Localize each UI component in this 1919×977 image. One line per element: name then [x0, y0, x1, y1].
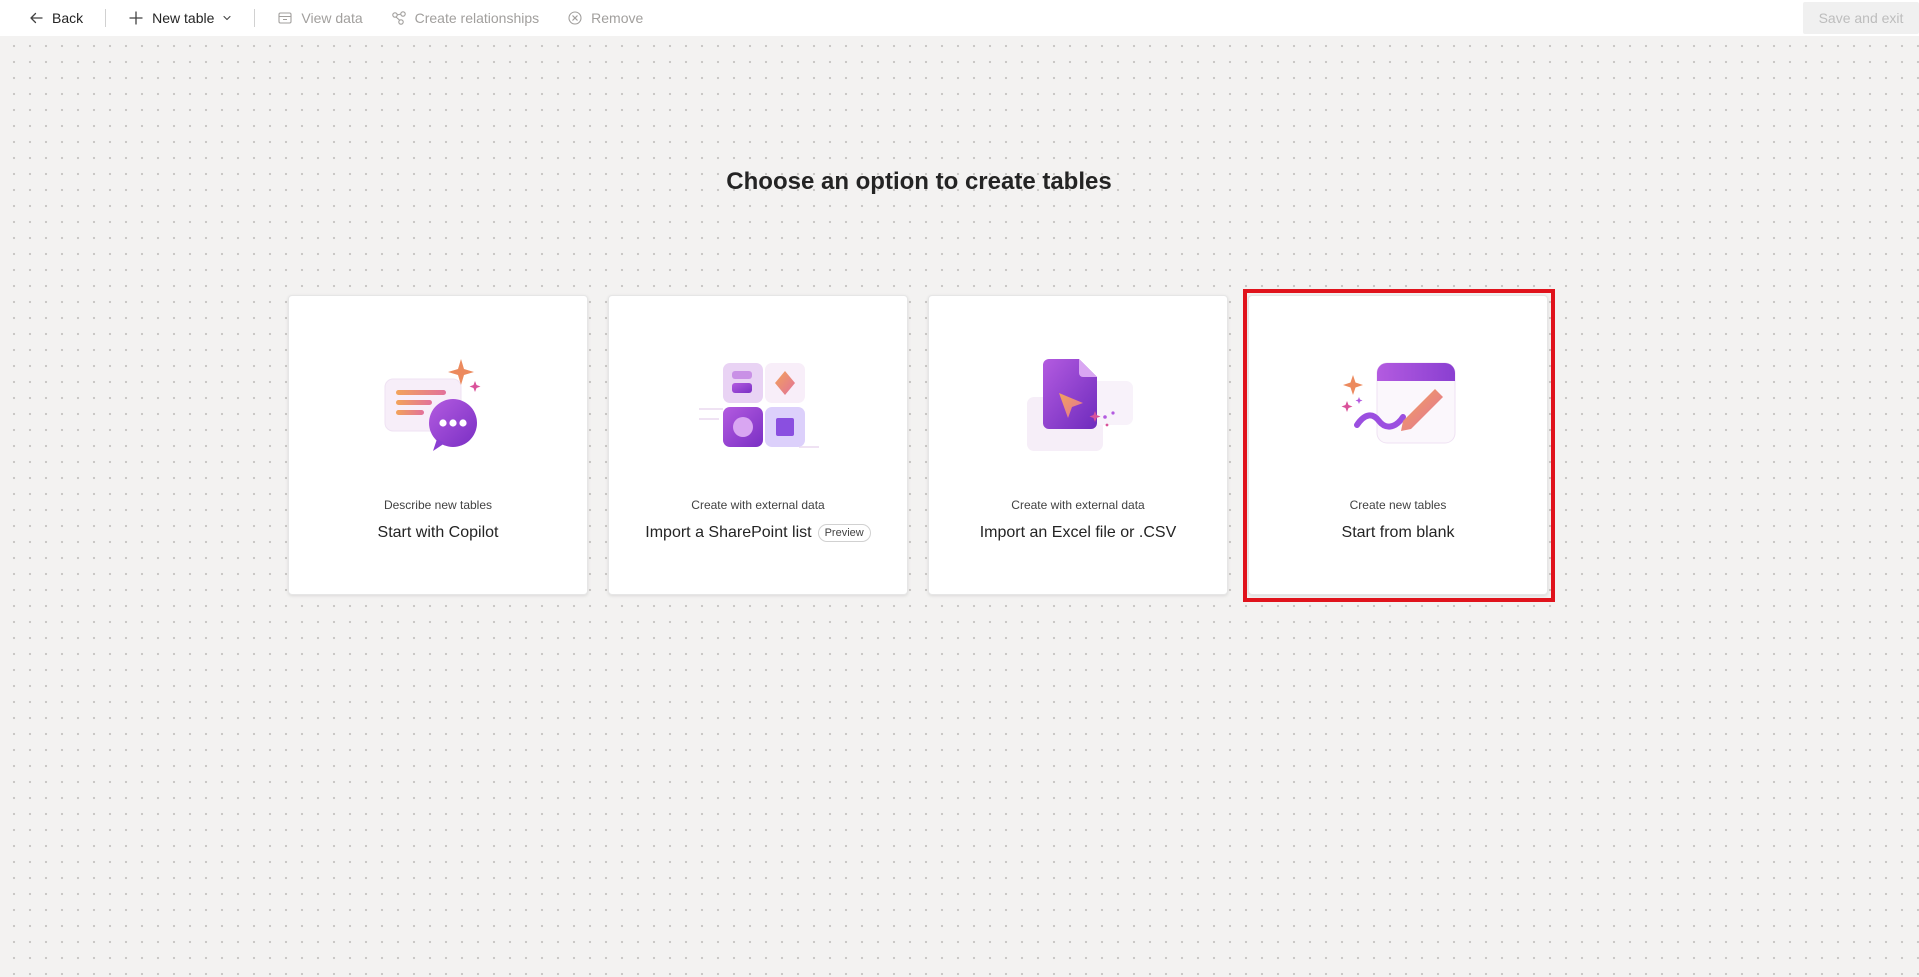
- blank-canvas-illustration-icon: [1341, 362, 1456, 444]
- new-table-label: New table: [152, 10, 215, 26]
- toolbar-divider: [105, 9, 107, 27]
- card-subtitle: Create with external data: [1011, 498, 1145, 512]
- page-title: Choose an option to create tables: [726, 168, 1112, 195]
- import-sharepoint-list-card[interactable]: Create with external data Import a Share…: [608, 295, 908, 595]
- new-table-button[interactable]: New table: [128, 0, 232, 36]
- card-title-text: Import a SharePoint list: [645, 524, 812, 541]
- view-data-label: View data: [301, 10, 363, 26]
- card-title-text: Start with Copilot: [377, 524, 499, 541]
- card-subtitle: Create with external data: [691, 498, 825, 512]
- card-subtitle: Describe new tables: [383, 498, 493, 512]
- back-button[interactable]: Back: [28, 0, 83, 36]
- preview-badge: Preview: [817, 524, 871, 542]
- remove-button[interactable]: Remove: [567, 0, 643, 36]
- table-view-icon: [278, 12, 292, 24]
- create-relationships-button[interactable]: Create relationships: [391, 0, 540, 36]
- card-title: Start from blank: [1249, 524, 1547, 542]
- save-and-exit-button[interactable]: Save and exit: [1803, 2, 1919, 34]
- card-title-text: Import an Excel file or .CSV: [979, 524, 1177, 541]
- remove-label: Remove: [591, 10, 644, 26]
- back-label: Back: [52, 10, 84, 26]
- file-import-illustration-icon: [1027, 359, 1133, 451]
- circle-x-icon: [568, 11, 582, 25]
- relationships-icon: [391, 11, 406, 25]
- card-title: Start with Copilot: [289, 524, 587, 542]
- toolbar-divider: [254, 9, 256, 27]
- chevron-down-icon: [223, 15, 231, 21]
- create-relationships-label: Create relationships: [414, 10, 540, 26]
- copilot-chat-illustration-icon: [384, 359, 481, 451]
- card-title-text: Start from blank: [1341, 524, 1455, 541]
- view-data-button[interactable]: View data: [277, 0, 363, 36]
- card-subtitle: Create new tables: [1349, 498, 1447, 512]
- card-title: Import a SharePoint list Preview: [609, 524, 907, 542]
- start-with-copilot-card[interactable]: Describe new tables Start with Copilot: [288, 295, 588, 595]
- start-from-blank-card[interactable]: Create new tables Start from blank: [1248, 295, 1548, 595]
- card-title: Import an Excel file or .CSV: [929, 524, 1227, 542]
- plus-icon: [129, 11, 143, 25]
- command-bar: Back New table View data Create relation…: [0, 0, 1919, 36]
- import-excel-csv-card[interactable]: Create with external data Import an Exce…: [928, 295, 1228, 595]
- arrow-left-icon: [30, 12, 43, 24]
- sharepoint-blocks-illustration-icon: [699, 363, 819, 448]
